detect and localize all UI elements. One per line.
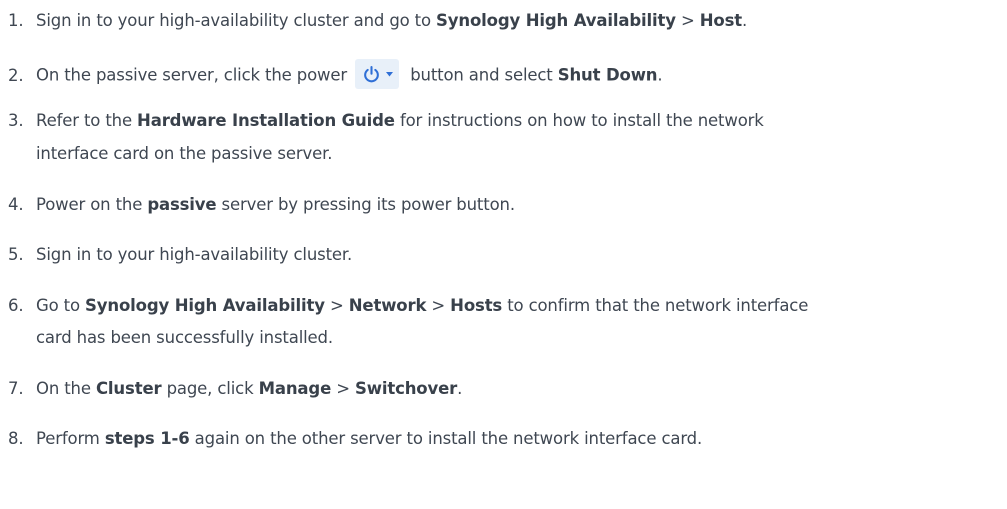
ui-path-hosts: Hosts	[450, 296, 503, 315]
ui-path-shut-down: Shut Down	[557, 65, 658, 85]
ui-path-switchover: Switchover	[355, 379, 458, 398]
step-1: 1. Sign in to your high-availability clus…	[8, 11, 748, 30]
term-steps-1-6: steps 1-6	[104, 429, 190, 448]
ui-path-synology-high-availability: Synology High Availability	[436, 11, 676, 30]
ui-path-host: Host	[699, 11, 743, 30]
step-3-continuation: interface card on the passive server.	[36, 144, 333, 163]
ui-path-network: Network	[348, 296, 427, 315]
term-passive: passive	[147, 195, 217, 214]
power-icon	[363, 65, 379, 82]
step-3: 3. Refer to the Hardware Installation Gui…	[8, 111, 764, 130]
ui-path-manage: Manage	[258, 379, 332, 398]
step-7: 7. On the Cluster page, click Manage > Sw…	[8, 379, 463, 398]
step-8: 8. Perform steps 1-6 again on the other s…	[8, 429, 703, 448]
step-4: 4. Power on the passive server by pressin…	[8, 195, 515, 214]
step-6: 6. Go to Synology High Availability > Net…	[8, 296, 809, 315]
doc-hardware-installation-guide: Hardware Installation Guide	[137, 111, 395, 130]
instruction-steps: 1. Sign in to your high-availability clus…	[0, 0, 1007, 509]
power-button[interactable]	[355, 59, 400, 89]
caret-down-icon	[385, 71, 393, 76]
ui-path-synology-high-availability: Synology High Availability	[85, 296, 325, 315]
ui-path-cluster: Cluster	[95, 379, 162, 398]
step-6-continuation: card has been successfully installed.	[36, 328, 333, 347]
step-5: 5. Sign in to your high-availability clus…	[8, 245, 353, 264]
step-2: 2. On the passive server, click the power…	[8, 59, 663, 91]
